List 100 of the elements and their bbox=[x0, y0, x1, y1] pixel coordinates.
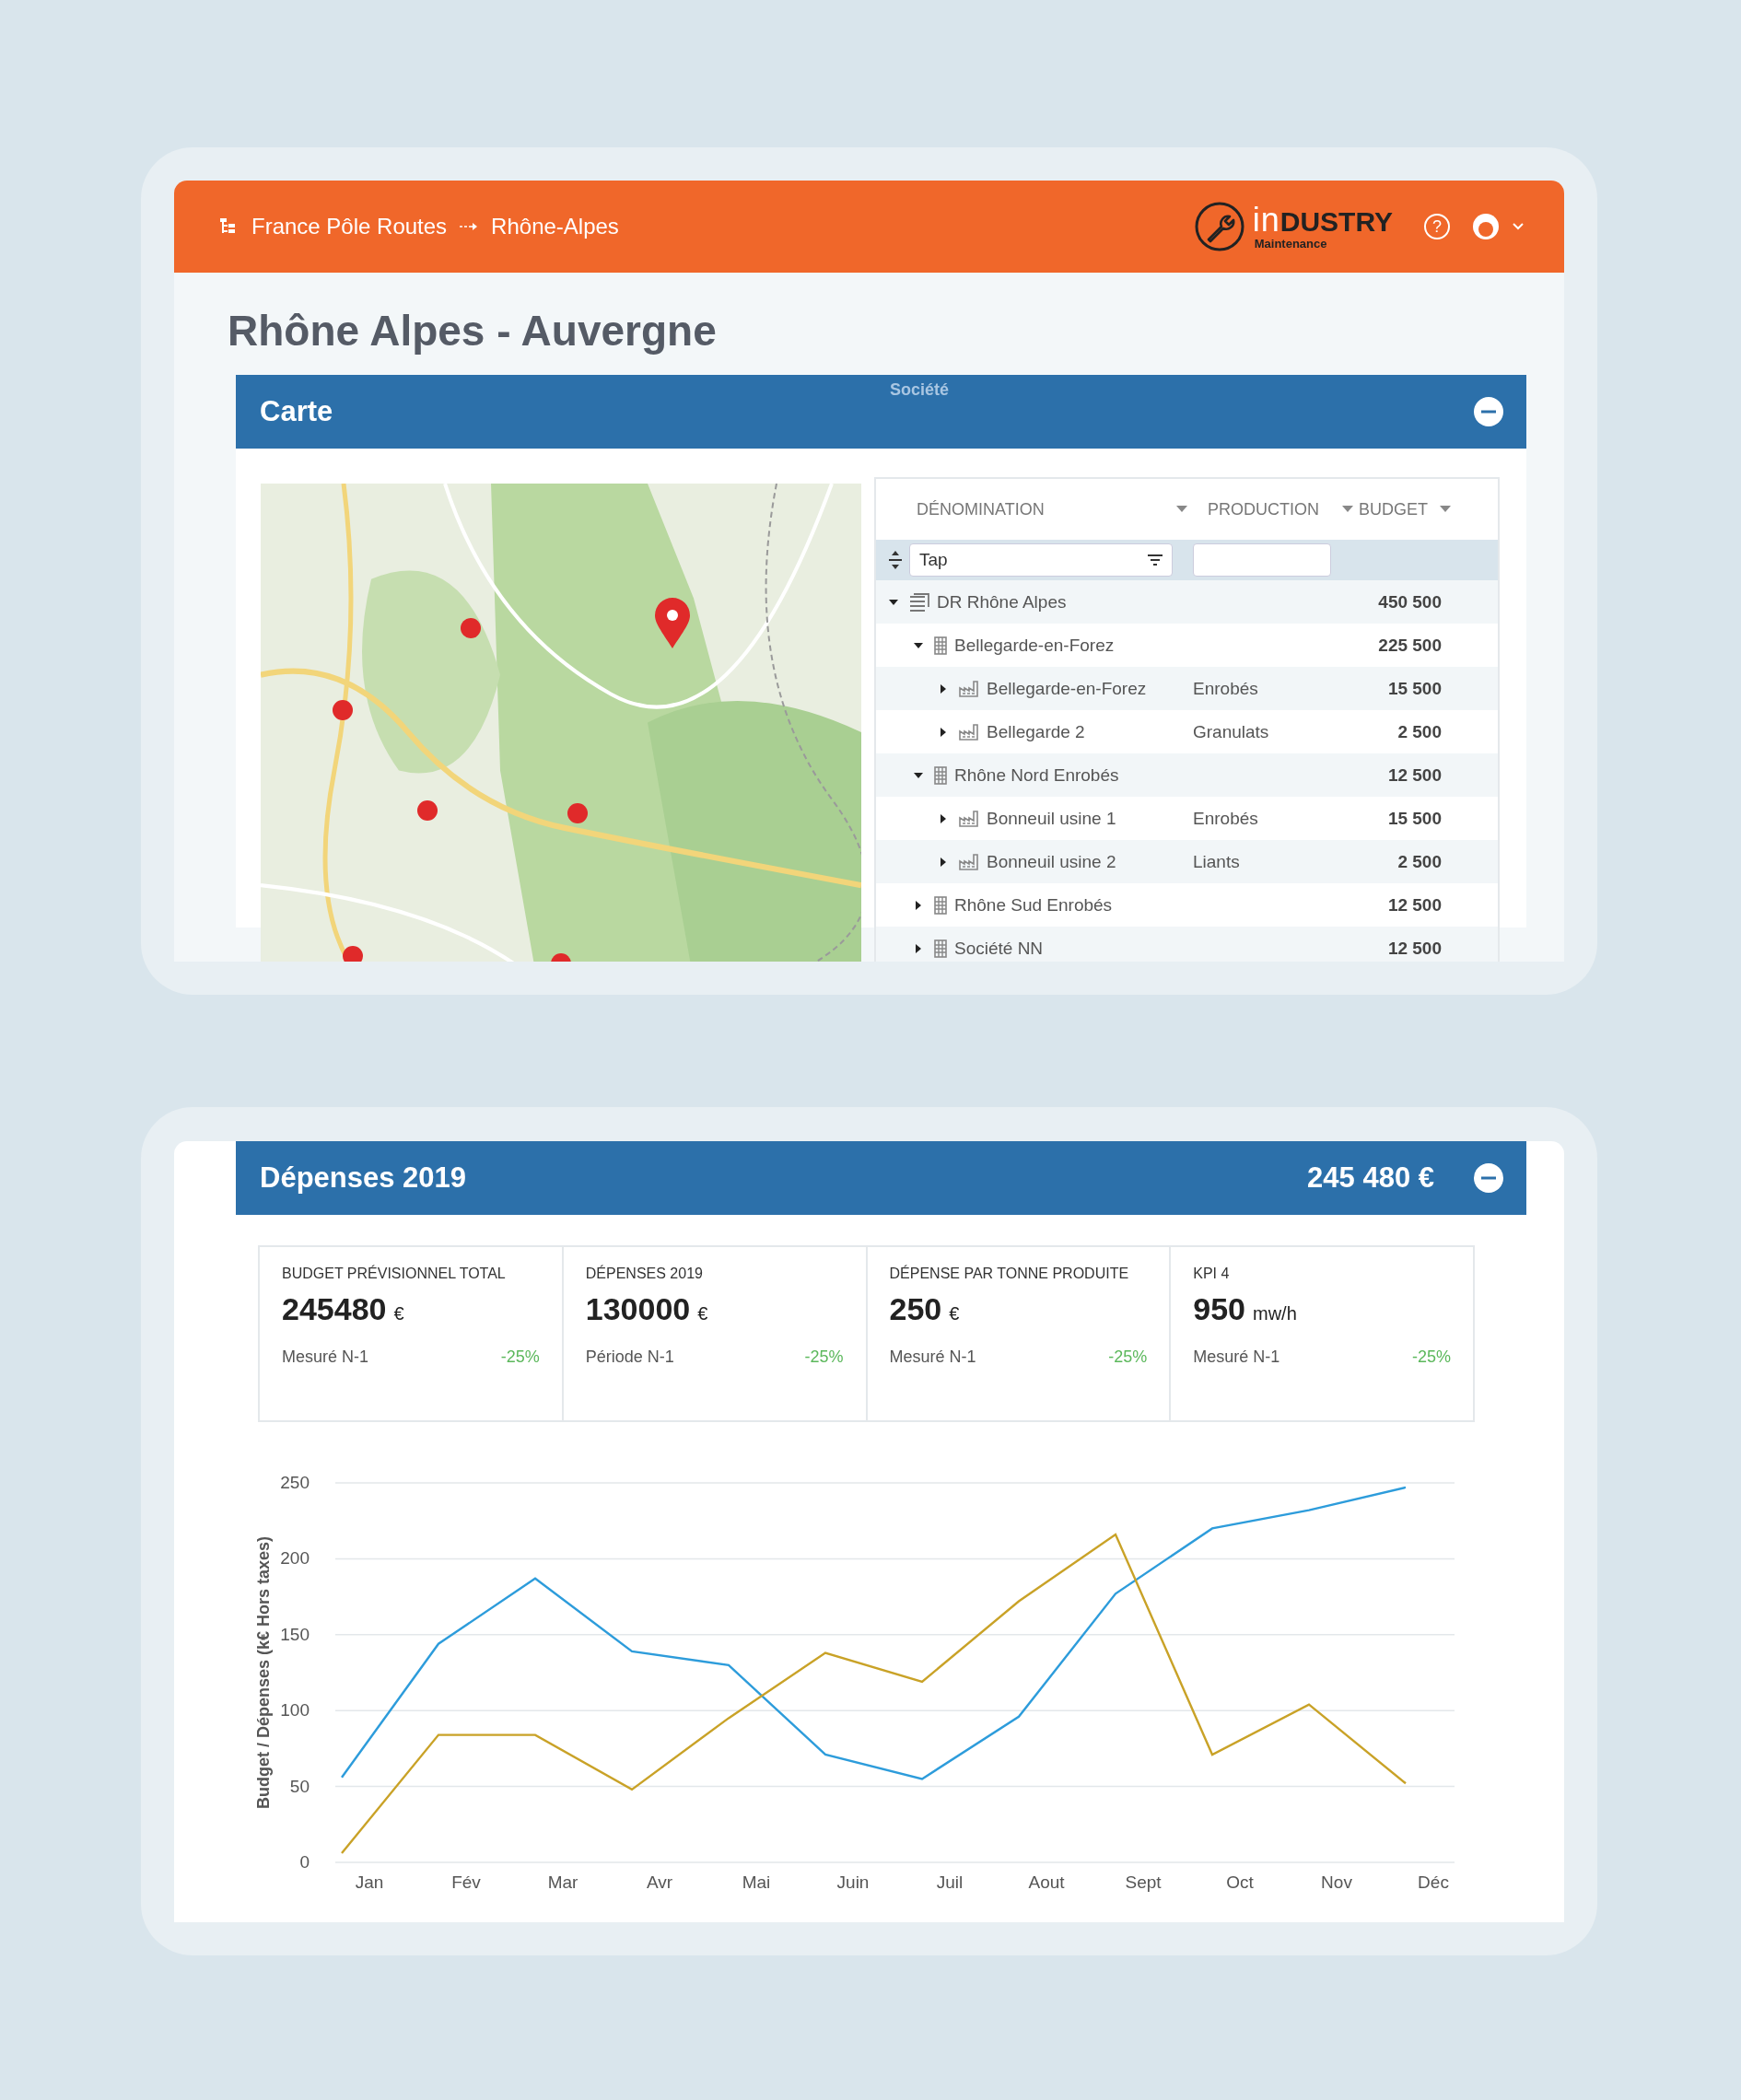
tree-row-label[interactable]: DR Rhône Alpes bbox=[937, 591, 1067, 612]
factory-icon bbox=[959, 810, 979, 827]
factory-icon bbox=[959, 680, 979, 697]
x-tick-label: Juin bbox=[836, 1872, 870, 1892]
tree-toggle-icon[interactable] bbox=[889, 597, 898, 607]
building-icon bbox=[934, 636, 947, 655]
logo-name: DUSTRY bbox=[1279, 207, 1393, 236]
kpi-comparison: Période N-1 bbox=[585, 1348, 674, 1367]
table-cell: Granulats bbox=[1193, 721, 1269, 741]
kpi-unit: mw/h bbox=[1253, 1303, 1297, 1324]
total-amount: 245 480 € bbox=[1307, 1161, 1434, 1195]
tree-toggle-icon[interactable] bbox=[939, 727, 948, 737]
table-cell: 12 500 bbox=[1387, 938, 1442, 958]
sort-caret-icon[interactable] bbox=[1440, 506, 1451, 513]
building-icon bbox=[934, 939, 947, 958]
collapse-icon[interactable] bbox=[1473, 396, 1504, 427]
tree-toggle-icon[interactable] bbox=[939, 857, 948, 867]
kpi-change: -25% bbox=[1108, 1348, 1148, 1367]
tree-row-label[interactable]: Rhône Nord Enrobés bbox=[954, 764, 1119, 786]
map-marker-icon[interactable] bbox=[460, 616, 483, 639]
x-tick-label: Sept bbox=[1125, 1872, 1162, 1892]
table-cell: 2 500 bbox=[1397, 721, 1442, 741]
y-tick-label: 0 bbox=[299, 1852, 310, 1872]
tree-toggle-icon[interactable] bbox=[939, 813, 948, 823]
tree-toggle-icon[interactable] bbox=[914, 900, 923, 910]
x-tick-label: Jan bbox=[355, 1872, 384, 1892]
y-tick-label: 100 bbox=[280, 1700, 310, 1721]
map-marker-icon[interactable] bbox=[566, 802, 589, 824]
kpi-value: 130000 bbox=[585, 1291, 691, 1327]
y-tick-label: 50 bbox=[289, 1776, 310, 1796]
table-cell: 450 500 bbox=[1378, 591, 1442, 612]
logo-tagline: Maintenance bbox=[1254, 236, 1328, 251]
tree-row-label[interactable]: Société NN bbox=[954, 938, 1044, 959]
x-tick-label: Juil bbox=[936, 1872, 964, 1892]
x-tick-label: Déc bbox=[1418, 1872, 1449, 1892]
x-tick-label: Aout bbox=[1028, 1872, 1065, 1892]
table-cell: 2 500 bbox=[1397, 851, 1442, 871]
page-title: Rhône Alpes - Auvergne bbox=[227, 306, 718, 356]
column-header[interactable]: PRODUCTION bbox=[1208, 499, 1353, 519]
sort-caret-icon[interactable] bbox=[1176, 506, 1187, 513]
expand-collapse-icon[interactable] bbox=[889, 551, 902, 569]
tree-toggle-icon[interactable] bbox=[939, 683, 948, 694]
map-marker-icon[interactable] bbox=[342, 945, 365, 962]
map-pin-icon[interactable] bbox=[653, 598, 691, 650]
kpi-label: KPI 4 bbox=[1193, 1266, 1231, 1282]
kpi-unit: € bbox=[697, 1303, 708, 1324]
x-tick-label: Fév bbox=[451, 1872, 481, 1892]
column-header[interactable]: DÉNOMINATION bbox=[917, 499, 1208, 519]
y-axis-title: Budget / Dépenses (k€ Hors taxes) bbox=[254, 1535, 273, 1810]
table-cell: 15 500 bbox=[1387, 678, 1442, 698]
table-cell: 12 500 bbox=[1387, 764, 1442, 785]
y-tick-label: 200 bbox=[280, 1548, 310, 1569]
filter-field[interactable]: Tap bbox=[909, 543, 1173, 577]
table-cell: 15 500 bbox=[1387, 808, 1442, 828]
tree-toggle-icon[interactable] bbox=[914, 943, 923, 953]
list-icon bbox=[909, 592, 929, 612]
kpi-value: 950 bbox=[1193, 1291, 1245, 1327]
y-tick-label: 250 bbox=[280, 1473, 310, 1492]
logo-prefix: in bbox=[1252, 203, 1280, 237]
map-marker-icon[interactable] bbox=[415, 799, 438, 822]
tree-toggle-icon[interactable] bbox=[914, 640, 923, 650]
tree-row-label[interactable]: Bonneuil usine 1 bbox=[987, 808, 1116, 829]
tree-row-label[interactable]: Bellegarde-en-Forez bbox=[987, 678, 1147, 699]
collapse-icon[interactable] bbox=[1473, 1162, 1504, 1194]
building-icon bbox=[934, 765, 947, 785]
factory-icon bbox=[959, 853, 979, 870]
x-tick-label: Avr bbox=[646, 1872, 673, 1892]
kpi-unit: € bbox=[949, 1303, 960, 1324]
filter-field[interactable] bbox=[1193, 543, 1331, 577]
sort-caret-icon[interactable] bbox=[1342, 506, 1353, 513]
table-cell: 12 500 bbox=[1387, 894, 1442, 915]
avatar-icon[interactable] bbox=[1472, 213, 1500, 240]
table-cell: Enrobés bbox=[1193, 808, 1258, 828]
table-cell: 225 500 bbox=[1378, 635, 1442, 655]
tree-row-label[interactable]: Bonneuil usine 2 bbox=[987, 851, 1116, 872]
kpi-comparison: Mesuré N-1 bbox=[889, 1348, 976, 1367]
x-tick-label: Nov bbox=[1321, 1872, 1352, 1892]
filter-icon[interactable] bbox=[1148, 554, 1163, 566]
x-tick-label: Oct bbox=[1226, 1872, 1254, 1892]
kpi-label: DÉPENSES 2019 bbox=[585, 1266, 704, 1282]
kpi-comparison: Mesuré N-1 bbox=[282, 1348, 369, 1367]
tree-toggle-icon[interactable] bbox=[914, 770, 923, 780]
x-tick-label: Mar bbox=[547, 1872, 578, 1892]
tree-row-label[interactable]: Rhône Sud Enrobés bbox=[954, 894, 1113, 916]
kpi-unit: € bbox=[393, 1303, 404, 1324]
caret-icon[interactable] bbox=[1513, 223, 1524, 230]
building-icon bbox=[934, 895, 947, 915]
kpi-comparison: Mesuré N-1 bbox=[1193, 1348, 1280, 1367]
tree-row-label[interactable]: Bellegarde-en-Forez bbox=[954, 635, 1115, 656]
table-cell: Liants bbox=[1193, 851, 1240, 871]
tree-row-label[interactable]: Bellegarde 2 bbox=[987, 721, 1085, 742]
kpi-change: -25% bbox=[500, 1348, 540, 1367]
faint-label: Société bbox=[890, 380, 950, 400]
map-marker-icon[interactable] bbox=[331, 698, 354, 721]
panel-title: Dépenses 2019 bbox=[260, 1161, 468, 1195]
arrow-icon bbox=[460, 222, 479, 231]
kpi-change: -25% bbox=[804, 1348, 844, 1367]
table-cell: Enrobés bbox=[1193, 678, 1258, 698]
kpi-value: 245480 bbox=[282, 1291, 387, 1327]
column-header[interactable]: BUDGET bbox=[1353, 499, 1464, 519]
